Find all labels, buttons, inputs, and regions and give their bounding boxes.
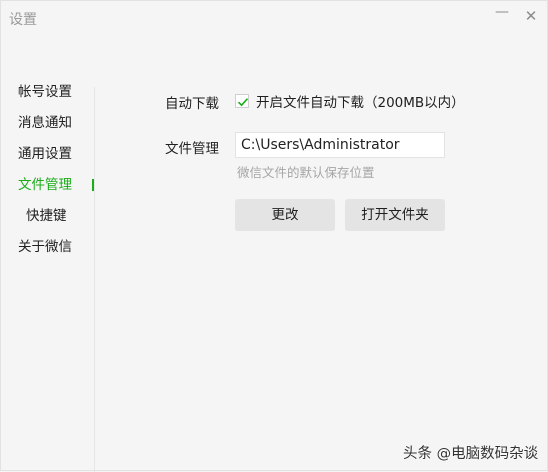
auto-download-option[interactable]: 开启文件自动下载（200MB以内） xyxy=(235,91,465,111)
save-path-hint: 微信文件的默认保存位置 xyxy=(237,165,375,180)
sidebar-item-label: 关于微信 xyxy=(18,239,72,255)
sidebar-item-about[interactable]: 关于微信 xyxy=(1,232,95,263)
sidebar-item-label: 文件管理 xyxy=(18,177,72,193)
sidebar-item-general[interactable]: 通用设置 xyxy=(1,139,95,170)
settings-window: 设置 — ✕ 帐号设置 消息通知 通用设置 文件管理 快捷键 关于微信 自动下载 xyxy=(0,0,548,472)
minimize-button[interactable]: — xyxy=(491,1,513,23)
sidebar-item-label: 帐号设置 xyxy=(18,84,72,100)
sidebar-item-notifications[interactable]: 消息通知 xyxy=(1,108,95,139)
sidebar: 帐号设置 消息通知 通用设置 文件管理 快捷键 关于微信 xyxy=(1,77,95,263)
open-folder-button[interactable]: 打开文件夹 xyxy=(345,199,445,231)
close-button[interactable]: ✕ xyxy=(520,5,542,27)
file-management-label: 文件管理 xyxy=(165,141,219,157)
auto-download-option-label: 开启文件自动下载（200MB以内） xyxy=(256,95,465,111)
checkmark-icon xyxy=(237,98,249,107)
watermark-text: 头条 @电脑数码杂谈 xyxy=(403,446,539,462)
auto-download-checkbox[interactable] xyxy=(235,94,249,108)
sidebar-item-file-management[interactable]: 文件管理 xyxy=(1,170,95,201)
auto-download-label: 自动下载 xyxy=(165,96,219,112)
close-icon: ✕ xyxy=(524,7,538,25)
sidebar-item-label: 通用设置 xyxy=(18,146,72,162)
window-title: 设置 xyxy=(9,12,37,28)
sidebar-item-label: 消息通知 xyxy=(18,115,72,131)
save-path-input[interactable] xyxy=(235,132,445,158)
sidebar-item-account[interactable]: 帐号设置 xyxy=(1,77,95,108)
minimize-icon: — xyxy=(495,4,509,20)
sidebar-item-shortcuts[interactable]: 快捷键 xyxy=(1,201,95,232)
sidebar-divider xyxy=(94,87,95,472)
change-path-button[interactable]: 更改 xyxy=(235,199,335,231)
sidebar-item-label: 快捷键 xyxy=(26,208,67,224)
